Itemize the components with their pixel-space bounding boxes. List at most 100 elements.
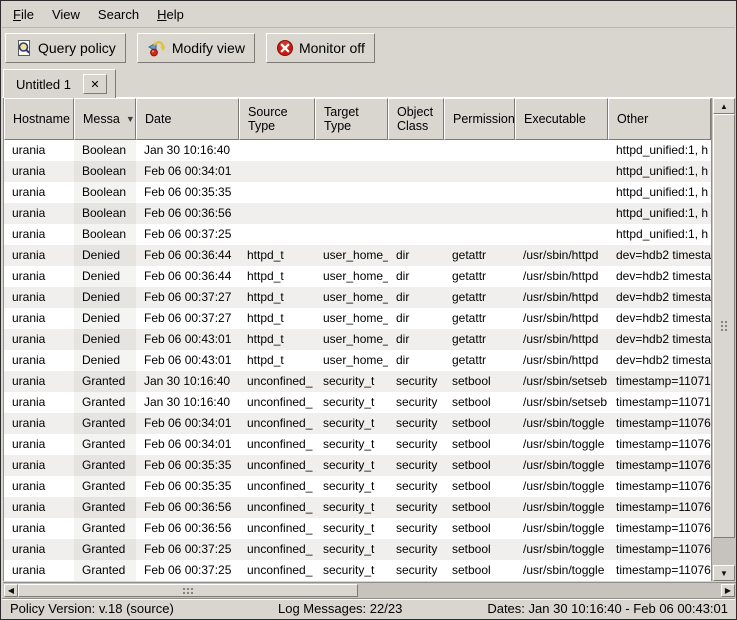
table-row[interactable]: uraniaBooleanJan 30 10:16:40httpd_unifie… <box>4 140 711 161</box>
cell-tgt <box>315 182 388 203</box>
column-header-tgt[interactable]: Target Type <box>315 98 388 140</box>
cell-msg: Granted <box>74 434 136 455</box>
table-row[interactable]: uraniaDeniedFeb 06 00:37:27httpd_tuser_h… <box>4 308 711 329</box>
scroll-down-button[interactable]: ▼ <box>713 565 735 581</box>
column-header-other[interactable]: Other <box>608 98 711 140</box>
cell-cls: security <box>388 560 444 581</box>
cell-msg: Boolean <box>74 182 136 203</box>
cell-exe <box>515 224 608 245</box>
cell-tgt <box>315 140 388 161</box>
cell-exe <box>515 161 608 182</box>
cell-exe: /usr/sbin/httpd <box>515 245 608 266</box>
cell-tgt: user_home_ <box>315 287 388 308</box>
cell-cls: dir <box>388 245 444 266</box>
column-header-date[interactable]: Date <box>136 98 239 140</box>
query-policy-icon <box>15 39 33 57</box>
table-row[interactable]: uraniaBooleanFeb 06 00:37:25httpd_unifie… <box>4 224 711 245</box>
cell-exe: /usr/sbin/setseb <box>515 371 608 392</box>
table-row[interactable]: uraniaDeniedFeb 06 00:37:27httpd_tuser_h… <box>4 287 711 308</box>
cell-perm <box>444 203 515 224</box>
cell-cls: security <box>388 413 444 434</box>
cell-msg: Denied <box>74 287 136 308</box>
cell-src: httpd_t <box>239 308 315 329</box>
scroll-right-button[interactable]: ▶ <box>721 584 735 597</box>
table-row[interactable]: uraniaDeniedFeb 06 00:36:44httpd_tuser_h… <box>4 266 711 287</box>
cell-date: Feb 06 00:37:25 <box>136 560 239 581</box>
cell-msg: Granted <box>74 371 136 392</box>
table-row[interactable]: uraniaGrantedFeb 06 00:34:01unconfined_s… <box>4 413 711 434</box>
table-row[interactable]: uraniaGrantedFeb 06 00:36:56unconfined_s… <box>4 518 711 539</box>
cell-host: urania <box>4 245 74 266</box>
cell-exe: /usr/sbin/toggle <box>515 455 608 476</box>
menu-search[interactable]: Search <box>89 3 148 26</box>
cell-perm <box>444 182 515 203</box>
cell-perm: setbool <box>444 476 515 497</box>
table-row[interactable]: uraniaBooleanFeb 06 00:34:01httpd_unifie… <box>4 161 711 182</box>
cell-exe: /usr/sbin/httpd <box>515 329 608 350</box>
table-row[interactable]: uraniaGrantedFeb 06 00:37:25unconfined_s… <box>4 539 711 560</box>
column-header-cls[interactable]: Object Class <box>388 98 444 140</box>
menu-help[interactable]: Help <box>148 3 193 26</box>
cell-host: urania <box>4 434 74 455</box>
cell-host: urania <box>4 329 74 350</box>
cell-src: unconfined_ <box>239 560 315 581</box>
vertical-scrollbar[interactable]: ▲ ▼ <box>711 98 736 581</box>
table-row[interactable]: uraniaGrantedJan 30 10:16:40unconfined_s… <box>4 371 711 392</box>
horizontal-scrollbar-thumb[interactable] <box>18 584 358 597</box>
cell-perm <box>444 161 515 182</box>
table-row[interactable]: uraniaGrantedFeb 06 00:35:35unconfined_s… <box>4 476 711 497</box>
column-header-perm[interactable]: Permission <box>444 98 515 140</box>
column-header-exe[interactable]: Executable <box>515 98 608 140</box>
cell-perm: getattr <box>444 308 515 329</box>
menu-file[interactable]: File <box>4 3 43 26</box>
app-window: FileViewSearchHelp Query policy Modify vi… <box>0 0 737 620</box>
table-row[interactable]: uraniaGrantedFeb 06 00:35:35unconfined_s… <box>4 455 711 476</box>
table-row[interactable]: uraniaGrantedFeb 06 00:37:25unconfined_s… <box>4 560 711 581</box>
table-row[interactable]: uraniaDeniedFeb 06 00:43:01httpd_tuser_h… <box>4 350 711 371</box>
column-header-src[interactable]: Source Type <box>239 98 315 140</box>
table-row[interactable]: uraniaGrantedJan 30 10:16:40unconfined_s… <box>4 392 711 413</box>
tab-untitled-1[interactable]: Untitled 1 ✕ <box>3 69 116 98</box>
table-row[interactable]: uraniaDeniedFeb 06 00:43:01httpd_tuser_h… <box>4 329 711 350</box>
log-table: Hostname Messa▼DateSource TypeTarget Type… <box>3 98 736 581</box>
cell-src: httpd_t <box>239 245 315 266</box>
cell-msg: Boolean <box>74 203 136 224</box>
cell-exe: /usr/sbin/toggle <box>515 518 608 539</box>
horizontal-scrollbar[interactable]: ◀ ▶ <box>3 582 736 598</box>
cell-cls: security <box>388 476 444 497</box>
cell-tgt: user_home_ <box>315 329 388 350</box>
cell-tgt: user_home_ <box>315 266 388 287</box>
cell-tgt <box>315 224 388 245</box>
cell-src: unconfined_ <box>239 518 315 539</box>
cell-msg: Denied <box>74 266 136 287</box>
cell-date: Feb 06 00:36:44 <box>136 266 239 287</box>
monitor-off-button[interactable]: Monitor off <box>266 33 375 63</box>
cell-date: Feb 06 00:37:25 <box>136 224 239 245</box>
column-header-host[interactable]: Hostname <box>4 98 74 140</box>
policy-version-status: Policy Version: v.18 (source) <box>10 601 174 616</box>
table-row[interactable]: uraniaBooleanFeb 06 00:35:35httpd_unifie… <box>4 182 711 203</box>
table-row[interactable]: uraniaGrantedFeb 06 00:34:01unconfined_s… <box>4 434 711 455</box>
cell-other: dev=hdb2 timesta <box>608 245 711 266</box>
cell-src: unconfined_ <box>239 476 315 497</box>
column-header-msg[interactable]: Messa▼ <box>74 98 136 140</box>
cell-cls: dir <box>388 350 444 371</box>
scroll-left-button[interactable]: ◀ <box>4 584 18 597</box>
table-row[interactable]: uraniaBooleanFeb 06 00:36:56httpd_unifie… <box>4 203 711 224</box>
cell-date: Feb 06 00:37:27 <box>136 287 239 308</box>
column-header-label: Hostname <box>13 112 70 126</box>
thumb-grip-icon <box>721 321 723 323</box>
cell-src <box>239 161 315 182</box>
modify-view-button[interactable]: Modify view <box>137 33 255 63</box>
query-policy-button[interactable]: Query policy <box>5 33 126 63</box>
cell-cls: security <box>388 539 444 560</box>
tab-close-button[interactable]: ✕ <box>83 74 107 94</box>
table-row[interactable]: uraniaGrantedFeb 06 00:36:56unconfined_s… <box>4 497 711 518</box>
menu-view[interactable]: View <box>43 3 89 26</box>
toolbar-button-label: Monitor off <box>299 40 365 56</box>
scroll-up-button[interactable]: ▲ <box>713 98 735 114</box>
table-row[interactable]: uraniaDeniedFeb 06 00:36:44httpd_tuser_h… <box>4 245 711 266</box>
close-icon: ✕ <box>90 78 99 91</box>
vertical-scrollbar-thumb[interactable] <box>713 114 735 538</box>
cell-tgt: security_t <box>315 413 388 434</box>
